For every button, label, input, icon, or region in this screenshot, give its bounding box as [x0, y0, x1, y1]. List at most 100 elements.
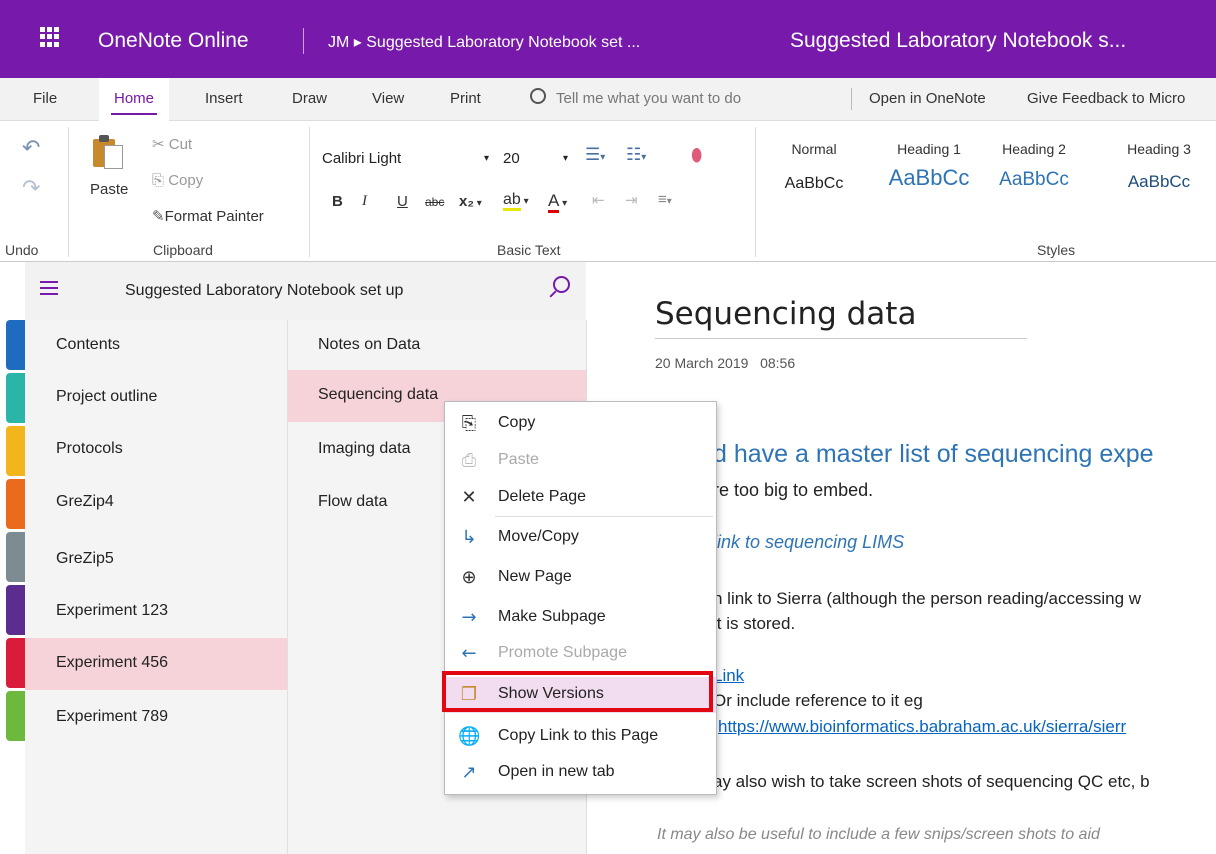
content-text[interactable]: it is stored.: [713, 614, 795, 634]
section-item-selected[interactable]: Experiment 456: [25, 638, 287, 690]
eraser-icon[interactable]: ⬮: [691, 145, 702, 166]
menu-item-new-page[interactable]: ⊕ New Page: [445, 560, 716, 596]
menu-item-open-new-tab[interactable]: ↗ Open in new tab: [445, 755, 716, 791]
ribbon: ↶ ↷ Undo Paste ✂ Cut ⎘ Copy ✎Format Pain…: [0, 121, 1216, 262]
sierra-url-link[interactable]: https://www.bioinformatics.babraham.ac.u…: [718, 717, 1126, 737]
app-name[interactable]: OneNote Online: [98, 29, 249, 53]
page-timestamp: 20 March 2019 08:56: [655, 355, 796, 371]
section-color-tab: [6, 320, 25, 370]
tab-home[interactable]: Home: [99, 78, 170, 121]
section-color-tab: [6, 638, 25, 688]
paste-button[interactable]: Paste: [90, 181, 128, 198]
arrow-right-icon: →: [461, 607, 477, 628]
brush-icon: ✎: [152, 208, 165, 225]
menu-item-copy-link[interactable]: 🌐 Copy Link to this Page: [445, 719, 716, 755]
format-painter-button[interactable]: ✎Format Painter: [152, 207, 264, 225]
open-in-onenote-button[interactable]: Open in OneNote: [869, 78, 986, 120]
font-size-select[interactable]: 20 ▾: [502, 145, 569, 173]
style-heading-2[interactable]: Heading 2 AaBbCc: [980, 135, 1088, 225]
tell-me-search[interactable]: Tell me what you want to do: [530, 78, 741, 120]
bullets-icon[interactable]: ☰▾: [585, 145, 605, 165]
bold-button[interactable]: B: [332, 193, 343, 210]
tab-view[interactable]: View: [372, 78, 404, 120]
undo-group-label: Undo: [5, 242, 39, 258]
italic-button[interactable]: I: [362, 193, 367, 210]
hamburger-menu-icon[interactable]: [40, 281, 58, 295]
content-text[interactable]: It may also be useful to include a few s…: [657, 826, 1100, 844]
chevron-down-icon: ▾: [484, 153, 490, 164]
title-underline: [655, 338, 1027, 339]
page-context-menu: ⎘ Copy ⎙ Paste ✕ Delete Page ↳ Move/Copy ⊕ Ne…: [444, 401, 717, 795]
content-text[interactable]: ay also wish to take screen shots of seq…: [713, 772, 1150, 792]
indent-icon[interactable]: ⇥: [625, 191, 638, 209]
notebook-title[interactable]: Suggested Laboratory Notebook set up: [125, 282, 403, 300]
app-launcher-icon[interactable]: [40, 27, 60, 47]
style-normal[interactable]: Normal AaBbCc: [760, 135, 868, 225]
subscript-button[interactable]: x₂ ▾: [459, 193, 482, 210]
undo-icon[interactable]: ↶: [22, 135, 40, 161]
tab-print[interactable]: Print: [450, 78, 481, 120]
align-icon[interactable]: ≡▾: [658, 191, 672, 208]
menu-item-make-subpage[interactable]: → Make Subpage: [445, 600, 716, 636]
highlight-button[interactable]: ab ▾: [503, 191, 529, 211]
scissors-icon: ✂: [152, 136, 165, 153]
paste-icon: ⎙: [461, 450, 477, 471]
cut-button[interactable]: ✂ Cut: [152, 135, 192, 153]
breadcrumb[interactable]: JM ▸ Suggested Laboratory Notebook set .…: [328, 32, 640, 52]
copy-icon: ⎘: [461, 413, 477, 434]
content-text[interactable]: Or include reference to it eg: [713, 691, 923, 711]
clipboard-group-label: Clipboard: [153, 242, 213, 258]
copy-icon: ⎘: [152, 172, 165, 189]
section-item[interactable]: Protocols: [25, 424, 287, 476]
section-item[interactable]: Experiment 789: [25, 692, 287, 744]
style-heading-3[interactable]: Heading 3 AaBbCc: [1105, 135, 1213, 225]
group-divider: [755, 127, 756, 257]
section-item[interactable]: GreZip5: [25, 534, 287, 586]
page-title[interactable]: Sequencing data: [655, 296, 916, 332]
content-heading[interactable]: d have a master list of sequencing expe: [713, 440, 1154, 469]
redo-icon[interactable]: ↷: [22, 175, 40, 201]
tab-insert[interactable]: Insert: [205, 78, 243, 120]
menu-item-delete-page[interactable]: ✕ Delete Page: [445, 480, 716, 516]
content-text[interactable]: n link to Sierra (although the person re…: [713, 589, 1141, 609]
section-list: Contents Project outline Protocols GreZi…: [25, 320, 288, 854]
menu-item-paste[interactable]: ⎙ Paste: [445, 443, 716, 479]
search-icon[interactable]: [553, 276, 570, 293]
page-item[interactable]: Notes on Data: [288, 320, 586, 372]
menu-item-move-copy[interactable]: ↳ Move/Copy: [445, 520, 716, 556]
style-heading-1[interactable]: Heading 1 AaBbCc: [875, 135, 983, 225]
arrow-left-icon: ←: [461, 643, 477, 664]
section-item[interactable]: Project outline: [25, 372, 287, 424]
ribbon-tabs: File Home Insert Draw View Print Tell me…: [0, 78, 1216, 121]
section-color-tab: [6, 426, 25, 476]
outdent-icon[interactable]: ⇤: [592, 191, 605, 209]
menu-item-promote-subpage[interactable]: ← Promote Subpage: [445, 636, 716, 672]
section-item[interactable]: Experiment 123: [25, 586, 287, 638]
font-name-select[interactable]: Calibri Light ▾: [321, 145, 495, 173]
content-text[interactable]: re too big to embed.: [713, 480, 873, 501]
tab-draw[interactable]: Draw: [292, 78, 327, 120]
section-color-tab: [6, 585, 25, 635]
tell-me-text: Tell me what you want to do: [556, 90, 742, 107]
content-link[interactable]: Link: [713, 666, 744, 686]
section-item[interactable]: Contents: [25, 320, 287, 372]
section-color-tab: [6, 373, 25, 423]
open-new-tab-icon: ↗: [461, 762, 477, 783]
paste-icon[interactable]: [93, 135, 123, 169]
underline-button[interactable]: U: [397, 193, 408, 210]
chevron-down-icon: ▾: [563, 153, 569, 164]
menu-item-copy[interactable]: ⎘ Copy: [445, 406, 716, 442]
strikethrough-button[interactable]: abc: [425, 195, 444, 209]
styles-group-label: Styles: [1037, 242, 1076, 258]
tab-file[interactable]: File: [33, 78, 57, 120]
section-item[interactable]: GreZip4: [25, 477, 287, 529]
font-color-button[interactable]: A ▾: [548, 191, 567, 213]
give-feedback-button[interactable]: Give Feedback to Micro: [1027, 78, 1185, 120]
section-color-tab: [6, 479, 25, 529]
numbering-icon[interactable]: ☷▾: [626, 145, 646, 165]
plus-circle-icon: ⊕: [461, 567, 477, 588]
section-color-tab: [6, 691, 25, 741]
document-title[interactable]: Suggested Laboratory Notebook s...: [790, 29, 1126, 53]
content-text[interactable]: link to sequencing LIMS: [713, 532, 904, 553]
copy-button[interactable]: ⎘ Copy: [152, 172, 203, 189]
